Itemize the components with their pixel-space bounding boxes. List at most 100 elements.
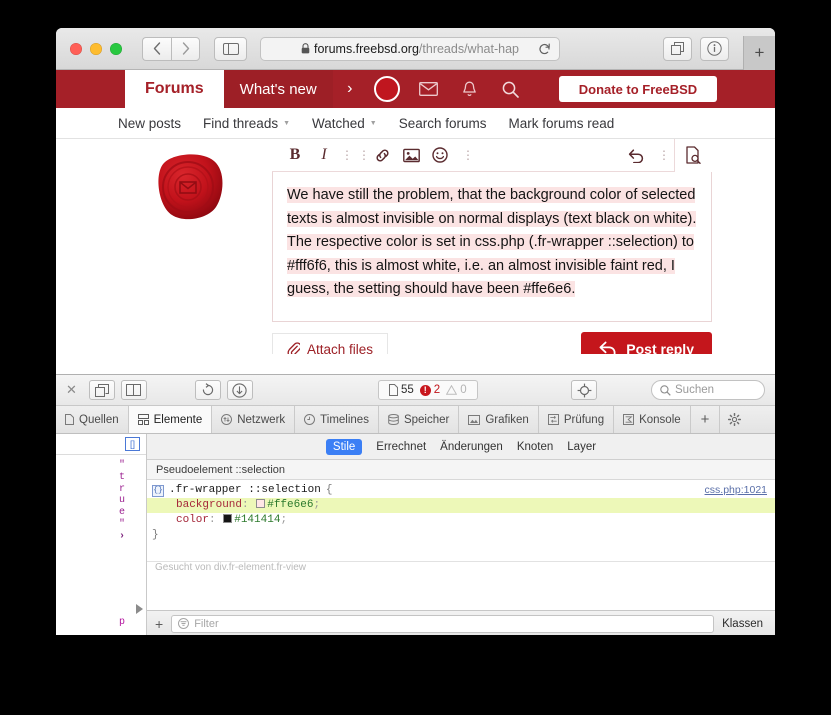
bold-button[interactable]: B: [282, 146, 308, 164]
subnav-item-watched[interactable]: Watched ▼: [312, 116, 377, 131]
crosshair-icon[interactable]: [571, 380, 597, 400]
url-path: /threads/what-hap: [418, 41, 519, 56]
address-bar[interactable]: forums.freebsd.org/threads/what-hap: [260, 36, 560, 61]
donate-button[interactable]: Donate to FreeBSD: [558, 76, 718, 102]
color-swatch[interactable]: [256, 499, 266, 508]
new-tab-button[interactable]: +: [743, 36, 775, 70]
css-property[interactable]: background: [176, 499, 242, 511]
tab-label: Timelines: [320, 413, 369, 426]
close-window-button[interactable]: [70, 42, 82, 55]
more-options-icon[interactable]: ⋮: [340, 148, 354, 162]
reload-icon[interactable]: [194, 380, 221, 400]
css-value[interactable]: #ffe6e6: [267, 499, 313, 511]
triangle-right-icon[interactable]: [136, 604, 143, 614]
add-rule-button[interactable]: +: [155, 616, 163, 632]
search-icon: [660, 384, 671, 396]
gear-icon[interactable]: [720, 406, 749, 433]
forums-brand-tab[interactable]: Forums: [125, 70, 224, 108]
italic-button[interactable]: I: [311, 146, 337, 164]
close-icon[interactable]: ✕: [66, 382, 77, 398]
css-value[interactable]: #141414: [234, 514, 280, 526]
reply-editor: B I ⋮ ⋮ ⋮ ⋮ We have still the problem, t…: [272, 139, 712, 354]
chevron-down-icon: ▼: [283, 119, 291, 127]
dom-breadcrumb: []: [56, 434, 146, 455]
braces-icon[interactable]: {}: [152, 484, 164, 497]
post-reply-button[interactable]: Post reply: [581, 332, 712, 354]
avatar[interactable]: [367, 70, 408, 108]
dom-char: u: [119, 495, 126, 507]
open-brace: {: [325, 484, 333, 496]
minimize-window-button[interactable]: [90, 42, 102, 55]
css-rule-header: {} .fr-wrapper ::selection { css.php:102…: [147, 480, 775, 498]
more-options-icon[interactable]: ⋮: [657, 148, 671, 162]
preview-icon[interactable]: [674, 139, 712, 172]
image-icon[interactable]: [403, 148, 429, 163]
css-selector[interactable]: .fr-wrapper ::selection: [169, 483, 321, 498]
subtab-knoten[interactable]: Knoten: [517, 441, 553, 453]
tab-quellen[interactable]: Quellen: [56, 406, 129, 433]
subtab-stile[interactable]: Stile: [325, 438, 363, 455]
error-icon: !: [419, 384, 431, 396]
add-tab-button[interactable]: +: [691, 406, 721, 433]
info-icon[interactable]: [700, 36, 729, 61]
lock-icon: [301, 43, 310, 54]
tab-elemente[interactable]: Elemente: [128, 406, 213, 433]
dock-side-icon[interactable]: [120, 380, 147, 400]
tab-label: Quellen: [79, 413, 119, 426]
link-icon[interactable]: [374, 147, 400, 164]
css-source-link[interactable]: css.php:1021: [705, 483, 767, 498]
reply-textarea[interactable]: We have still the problem, that the back…: [272, 172, 712, 322]
search-icon[interactable]: [490, 70, 531, 108]
color-swatch[interactable]: [223, 514, 233, 523]
download-icon[interactable]: [226, 380, 253, 400]
more-options-icon[interactable]: ⋮: [461, 148, 475, 162]
subnav-item-mark-forums-read[interactable]: Mark forums read: [509, 116, 615, 131]
dock-bottom-icon[interactable]: [88, 380, 115, 400]
document-icon: [65, 414, 74, 425]
dom-tree-pane[interactable]: [] " t r u e " › p: [56, 434, 147, 635]
more-options-icon[interactable]: ⋮: [357, 148, 371, 162]
subtab-aenderungen[interactable]: Änderungen: [440, 441, 503, 453]
emoji-icon[interactable]: [432, 147, 458, 163]
resource-counts[interactable]: 55 ! 2 0: [378, 380, 478, 400]
tab-konsole[interactable]: Konsole: [614, 406, 691, 433]
whats-new-tab[interactable]: What's new: [223, 70, 333, 108]
undo-icon[interactable]: [628, 148, 654, 163]
chevron-right-icon[interactable]: ›: [333, 70, 367, 108]
subnav-item-find-threads[interactable]: Find threads ▼: [203, 116, 290, 131]
filter-input[interactable]: Filter: [171, 614, 715, 633]
css-declaration[interactable]: background: #ffe6e6;: [147, 498, 775, 513]
zoom-window-button[interactable]: [110, 42, 122, 55]
dom-char: r: [119, 483, 126, 495]
tab-speicher[interactable]: Speicher: [379, 406, 460, 433]
tab-netzwerk[interactable]: Netzwerk: [212, 406, 296, 433]
node-badge[interactable]: []: [125, 437, 140, 451]
paperclip-icon: [287, 342, 300, 354]
attach-files-button[interactable]: Attach files: [272, 333, 389, 354]
css-property[interactable]: color: [176, 514, 209, 526]
subtab-layer[interactable]: Layer: [567, 441, 596, 453]
css-rule-area[interactable]: {} .fr-wrapper ::selection { css.php:102…: [147, 480, 775, 610]
back-button[interactable]: [142, 36, 171, 61]
bell-icon[interactable]: [449, 70, 490, 108]
forward-button[interactable]: [171, 36, 200, 61]
tab-grafiken[interactable]: Grafiken: [459, 406, 539, 433]
url-host: forums.freebsd.org: [314, 41, 419, 56]
tabs-overview-icon[interactable]: [663, 36, 692, 61]
chevron-down-icon: ▼: [369, 119, 377, 127]
subnav-item-search-forums[interactable]: Search forums: [399, 116, 487, 131]
sidebar-icon[interactable]: [214, 36, 247, 61]
tab-label: Netzwerk: [237, 413, 286, 426]
css-rule[interactable]: {} .fr-wrapper ::selection { css.php:102…: [147, 480, 775, 543]
resource-count-value: 55: [401, 384, 414, 396]
classes-button[interactable]: Klassen: [722, 618, 767, 630]
subtab-errechnet[interactable]: Errechnet: [376, 441, 426, 453]
tab-pruefung[interactable]: Prüfung: [539, 406, 615, 433]
subnav-item-new-posts[interactable]: New posts: [118, 116, 181, 131]
mail-icon[interactable]: [408, 70, 449, 108]
forum-subnav: New posts Find threads ▼ Watched ▼ Searc…: [56, 108, 775, 139]
inspector-search-input[interactable]: Suchen: [651, 380, 765, 400]
tab-timelines[interactable]: Timelines: [295, 406, 379, 433]
css-declaration[interactable]: color: #141414;: [147, 513, 775, 528]
reload-icon[interactable]: [538, 42, 551, 55]
